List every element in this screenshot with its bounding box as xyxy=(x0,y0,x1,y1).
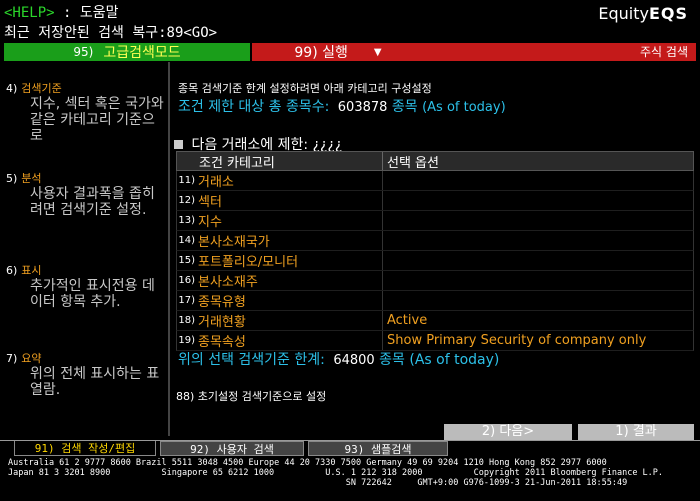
table-header: 조건 카테고리 선택 옵션 xyxy=(176,151,694,171)
footer-line: Japan 81 3 3201 8900 Singapore 65 6212 1… xyxy=(8,468,664,478)
row-number: 15) xyxy=(178,255,195,266)
row-category[interactable]: 종목유형 xyxy=(198,291,246,310)
row-number: 19) xyxy=(178,335,195,346)
total-asof: (As of today) xyxy=(422,100,506,115)
advanced-mode-number: 95) xyxy=(73,45,94,59)
selected-label: 위의 선택 검색기준 한계: xyxy=(178,352,325,368)
selected-count: 64800 xyxy=(333,353,375,368)
sidebar-item-number: 7) xyxy=(6,352,18,365)
row-number: 16) xyxy=(178,275,195,286)
sidebar-item-desc: 위의 전체 표시하는 표 열람. xyxy=(30,366,160,398)
logo-prefix: Equity xyxy=(598,4,649,23)
help-label: 도움말 xyxy=(79,5,119,21)
table-row[interactable]: 12) 섹터 xyxy=(176,191,694,211)
sidebar-item-title: 분석 xyxy=(21,172,42,185)
tab-build-edit[interactable]: 91) 검색 작성/편집 xyxy=(14,441,156,456)
row-category[interactable]: 거래소 xyxy=(198,171,234,190)
action-bar: 95) 고급검색모드 99) 실행 ▼ 주식 검색 xyxy=(0,43,700,61)
row-option[interactable] xyxy=(383,231,387,250)
equity-search-label: 주식 검색 xyxy=(424,43,696,61)
recover-search-line[interactable]: 최근 저장안된 검색 복구:89<GO> xyxy=(4,22,217,42)
sidebar-item-title: 표시 xyxy=(21,264,42,277)
row-option[interactable] xyxy=(383,271,387,290)
advanced-mode-button[interactable]: 95) 고급검색모드 xyxy=(4,43,250,61)
selected-asof: (As of today) xyxy=(409,352,500,368)
table-row[interactable]: 17) 종목유형 xyxy=(176,291,694,311)
sidebar-item-title: 요약 xyxy=(21,352,42,365)
chevron-down-icon[interactable]: ▼ xyxy=(374,47,382,58)
table-row[interactable]: 11) 거래소 xyxy=(176,171,694,191)
table-row[interactable]: 13) 지수 xyxy=(176,211,694,231)
logo-code: EQS xyxy=(648,4,688,23)
results-button[interactable]: 1) 결과 xyxy=(578,424,694,440)
pane-divider[interactable] xyxy=(168,62,170,436)
next-button[interactable]: 2) 다음> xyxy=(444,424,572,440)
row-number: 13) xyxy=(178,215,195,226)
row-number: 17) xyxy=(178,295,195,306)
table-row[interactable]: 15) 포트폴리오/모니터 xyxy=(176,251,694,271)
row-number: 18) xyxy=(178,315,195,326)
row-option[interactable]: Show Primary Security of company only xyxy=(383,331,646,350)
help-tag[interactable]: <HELP> xyxy=(4,5,55,21)
sidebar-item-desc: 지수, 섹터 혹은 국가와 같은 카테고리 기준으로 xyxy=(30,96,164,144)
sidebar-item-desc: 사용자 결과폭을 좁히려면 검색기준 설정. xyxy=(30,186,155,218)
sidebar-item-criteria[interactable]: 4) 검색기준 지수, 섹터 혹은 국가와 같은 카테고리 기준으로 xyxy=(6,80,166,144)
sidebar-item-summary[interactable]: 7) 요약 위의 전체 표시하는 표 열람. xyxy=(6,350,166,398)
advanced-mode-label: 고급검색모드 xyxy=(103,45,181,61)
row-category[interactable]: 거래현황 xyxy=(198,311,246,330)
row-category[interactable]: 포트폴리오/모니터 xyxy=(198,251,298,270)
row-number: 14) xyxy=(178,235,195,246)
sidebar-item-desc: 추가적인 표시전용 데이터 항목 추가. xyxy=(30,278,155,310)
sidebar-item-display[interactable]: 6) 표시 추가적인 표시전용 데이터 항목 추가. xyxy=(6,262,166,310)
row-category[interactable]: 섹터 xyxy=(198,191,222,210)
run-button[interactable]: 99) 실행 ▼ xyxy=(252,43,424,61)
total-count: 603878 xyxy=(337,100,388,115)
app-logo: EquityEQS xyxy=(598,4,688,23)
row-category[interactable]: 종목속성 xyxy=(198,331,246,350)
row-option[interactable] xyxy=(383,211,387,230)
row-option[interactable] xyxy=(383,191,387,210)
tab-bar: 91) 검색 작성/편집 92) 사용자 검색 93) 샘플검색 xyxy=(0,440,700,457)
footer-line: SN 722642 GMT+9:00 G976-1099-3 21-Jun-20… xyxy=(8,478,628,488)
row-category[interactable]: 본사소재주 xyxy=(198,271,258,290)
table-row[interactable]: 16) 본사소재주 xyxy=(176,271,694,291)
selected-unit: 종목 xyxy=(379,352,405,368)
reset-defaults-button[interactable]: 88) 초기설정 검색기준으로 설정 xyxy=(176,388,326,404)
row-option[interactable] xyxy=(383,171,387,190)
table-row[interactable]: 19) 종목속성 Show Primary Security of company… xyxy=(176,331,694,351)
sidebar-item-number: 5) xyxy=(6,172,18,185)
row-option[interactable] xyxy=(383,251,387,270)
help-line[interactable]: <HELP> : 도움말 xyxy=(4,2,119,22)
row-number: 11) xyxy=(178,175,195,186)
tab-sample-search[interactable]: 93) 샘플검색 xyxy=(308,441,448,456)
sidebar-item-number: 6) xyxy=(6,264,18,277)
column-header-category: 조건 카테고리 xyxy=(177,152,383,171)
run-label: 99) 실행 xyxy=(294,45,348,61)
instructions-text: 종목 검색기준 한계 설정하려면 아래 카테고리 구성설정 xyxy=(178,82,432,95)
tab-user-search[interactable]: 92) 사용자 검색 xyxy=(160,441,304,456)
selected-universe: 위의 선택 검색기준 한계: 64800 종목 (As of today) xyxy=(178,349,499,369)
help-separator: : xyxy=(63,5,72,21)
table-row[interactable]: 14) 본사소재국가 xyxy=(176,231,694,251)
row-option[interactable] xyxy=(383,291,387,310)
footer: Australia 61 2 9777 8600 Brazil 5511 304… xyxy=(8,458,663,488)
row-number: 12) xyxy=(178,195,195,206)
row-category[interactable]: 지수 xyxy=(198,211,222,230)
total-label: 조건 제한 대상 총 종목수: xyxy=(178,99,330,115)
row-option[interactable]: Active xyxy=(383,311,427,330)
checkbox-icon[interactable] xyxy=(174,140,183,149)
column-header-option: 선택 옵션 xyxy=(387,156,439,171)
sidebar-item-analysis[interactable]: 5) 분석 사용자 결과폭을 좁히려면 검색기준 설정. xyxy=(6,170,166,218)
sidebar: 4) 검색기준 지수, 섹터 혹은 국가와 같은 카테고리 기준으로 5) 분석 사… xyxy=(0,62,166,436)
criteria-table: 조건 카테고리 선택 옵션 11) 거래소 12) 섹터 13) 지수 14) 본사소재… xyxy=(176,151,694,351)
sidebar-item-title: 검색기준 xyxy=(21,82,62,95)
footer-line: Australia 61 2 9777 8600 Brazil 5511 304… xyxy=(8,458,607,468)
sidebar-item-number: 4) xyxy=(6,82,18,95)
table-row[interactable]: 18) 거래현황 Active xyxy=(176,311,694,331)
total-universe: 조건 제한 대상 총 종목수: 603878 종목 (As of today) xyxy=(178,96,506,116)
total-unit: 종목 xyxy=(391,99,418,115)
row-category[interactable]: 본사소재국가 xyxy=(198,231,270,250)
